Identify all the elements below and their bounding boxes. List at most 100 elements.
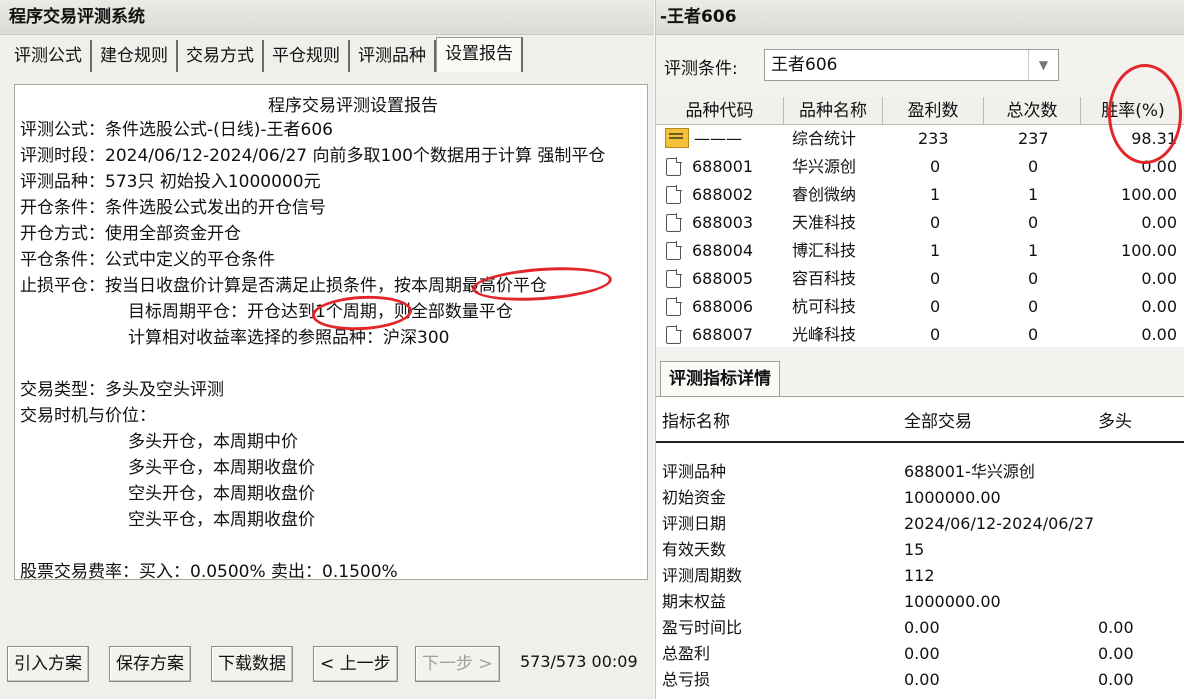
row-total: 1: [1028, 185, 1039, 204]
detail-row: 评测品种 688001-华兴源创: [656, 459, 1184, 485]
row-name: 博汇科技: [792, 241, 857, 260]
row-total: 0: [1028, 213, 1039, 232]
report-line: 多头平仓，本周期收盘价: [128, 458, 315, 478]
column-header[interactable]: 总次数: [984, 97, 1081, 125]
result-table: 品种代码 品种名称 盈利数 总次数 胜率(%) ——— 综合统计 233 237…: [656, 97, 1184, 347]
table-row[interactable]: 688002 睿创微纳 1 1 100.00: [656, 181, 1184, 209]
next-step-button[interactable]: 下一步 >: [415, 646, 500, 682]
detail-header: 指标名称 全部交易 多头: [656, 397, 1184, 443]
table-row[interactable]: ——— 综合统计 233 237 98.31: [656, 125, 1184, 153]
tab-settings-report[interactable]: 设置报告: [436, 37, 523, 72]
row-win: 0: [930, 157, 941, 176]
bottom-toolbar: 引入方案 保存方案 下载数据 < 上一步 下一步 > 573/573 00:09: [0, 628, 654, 699]
document-icon: [666, 157, 682, 176]
save-plan-button[interactable]: 保存方案: [109, 646, 191, 682]
report-line: 交易时机与价位：: [20, 406, 156, 426]
detail-row: 评测日期 2024/06/12-2024/06/27: [656, 511, 1184, 537]
column-header: 多头: [1098, 412, 1132, 432]
column-header[interactable]: 胜率(%): [1081, 97, 1184, 125]
row-name: 综合统计: [792, 129, 857, 148]
previous-step-button[interactable]: < 上一步: [313, 646, 398, 682]
row-name: 光峰科技: [792, 325, 857, 344]
detail-row: 评测周期数 112: [656, 563, 1184, 589]
metric-name: 初始资金: [662, 488, 727, 507]
report-line: 评测品种：573只 初始投入1000000元: [20, 172, 321, 192]
table-row[interactable]: 688001 华兴源创 0 0 0.00: [656, 153, 1184, 181]
report-line: 空头开仓，本周期收盘价: [128, 484, 315, 504]
row-rate: 0.00: [1141, 269, 1177, 288]
metric-long: 0.00: [1098, 670, 1134, 689]
row-total: 1: [1028, 241, 1039, 260]
row-rate: 100.00: [1121, 241, 1177, 260]
folder-icon: [665, 128, 689, 148]
report-line: 评测公式：条件选股公式-(日线)-王者606: [20, 120, 333, 140]
tab-close-rules[interactable]: 平仓规则: [264, 40, 350, 72]
document-icon: [666, 213, 682, 232]
metric-long: 0.00: [1098, 618, 1134, 637]
row-win: 0: [930, 325, 941, 344]
metric-all: 1000000.00: [904, 592, 1001, 611]
report-line: 多头开仓，本周期中价: [128, 432, 298, 452]
detail-row: 初始资金 1000000.00: [656, 485, 1184, 511]
metric-all: 112: [904, 566, 935, 585]
row-win: 0: [930, 297, 941, 316]
condition-select[interactable]: 王者606 ▼: [764, 49, 1059, 81]
metric-name: 评测日期: [662, 514, 727, 533]
metric-all: 0.00: [904, 670, 940, 689]
table-header: 品种代码 品种名称 盈利数 总次数 胜率(%): [656, 97, 1184, 125]
report-line: 平仓条件：公式中定义的平仓条件: [20, 250, 275, 270]
row-total: 0: [1028, 297, 1039, 316]
metric-name: 有效天数: [662, 540, 727, 559]
download-data-button[interactable]: 下载数据: [211, 646, 293, 682]
row-code: ———: [694, 129, 742, 148]
report-title: 程序交易评测设置报告: [268, 96, 438, 116]
row-rate: 0.00: [1141, 213, 1177, 232]
tab-symbols[interactable]: 评测品种: [350, 40, 436, 72]
tab-indicator-details[interactable]: 评测指标详情: [660, 361, 780, 397]
tab-open-rules[interactable]: 建仓规则: [92, 40, 178, 72]
row-name: 容百科技: [792, 269, 857, 288]
tab-trade-mode[interactable]: 交易方式: [178, 40, 264, 72]
column-header[interactable]: 盈利数: [883, 97, 984, 125]
column-header[interactable]: 品种代码: [656, 97, 784, 125]
table-row[interactable]: 688007 光峰科技 0 0 0.00: [656, 321, 1184, 349]
metric-all: 0.00: [904, 618, 940, 637]
report-line: 目标周期平仓：开仓达到1个周期，则全部数量平仓: [128, 302, 513, 322]
chevron-down-icon[interactable]: ▼: [1028, 50, 1058, 80]
report-panel: 程序交易评测设置报告 评测公式：条件选股公式-(日线)-王者606 评测时段：2…: [14, 84, 648, 580]
metric-name: 评测品种: [662, 462, 727, 481]
metric-all: 1000000.00: [904, 488, 1001, 507]
report-line: 空头平仓，本周期收盘价: [128, 510, 315, 530]
window-title: -王者606: [656, 0, 1184, 35]
tab-formula[interactable]: 评测公式: [6, 40, 92, 72]
document-icon: [666, 325, 682, 344]
table-row[interactable]: 688006 杭可科技 0 0 0.00: [656, 293, 1184, 321]
metric-all: 2024/06/12-2024/06/27: [904, 514, 1095, 533]
row-win: 233: [918, 129, 949, 148]
table-row[interactable]: 688004 博汇科技 1 1 100.00: [656, 237, 1184, 265]
table-row[interactable]: 688003 天准科技 0 0 0.00: [656, 209, 1184, 237]
metric-name: 评测周期数: [662, 566, 743, 585]
metric-name: 总亏损: [662, 670, 711, 689]
document-icon: [666, 241, 682, 260]
document-icon: [666, 185, 682, 204]
row-name: 睿创微纳: [792, 185, 857, 204]
row-name: 杭可科技: [792, 297, 857, 316]
report-line: 开仓方式：使用全部资金开仓: [20, 224, 241, 244]
metric-name: 期末权益: [662, 592, 727, 611]
condition-value: 王者606: [771, 55, 838, 75]
row-rate: 0.00: [1141, 325, 1177, 344]
report-line: 开仓条件：条件选股公式发出的开仓信号: [20, 198, 326, 218]
result-window: -王者606 评测条件: 王者606 ▼ 品种代码 品种名称 盈利数 总次数 胜…: [655, 0, 1184, 699]
row-code: 688002: [692, 185, 754, 204]
column-header[interactable]: 品种名称: [784, 97, 883, 125]
document-icon: [666, 297, 682, 316]
row-rate: 100.00: [1121, 185, 1177, 204]
report-line: 止损平仓：按当日收盘价计算是否满足止损条件，按本周期最高价平仓: [20, 276, 547, 296]
table-row[interactable]: 688005 容百科技 0 0 0.00: [656, 265, 1184, 293]
metric-all: 15: [904, 540, 925, 559]
row-code: 688003: [692, 213, 754, 232]
import-plan-button[interactable]: 引入方案: [7, 646, 89, 682]
row-code: 688006: [692, 297, 754, 316]
row-total: 237: [1018, 129, 1049, 148]
